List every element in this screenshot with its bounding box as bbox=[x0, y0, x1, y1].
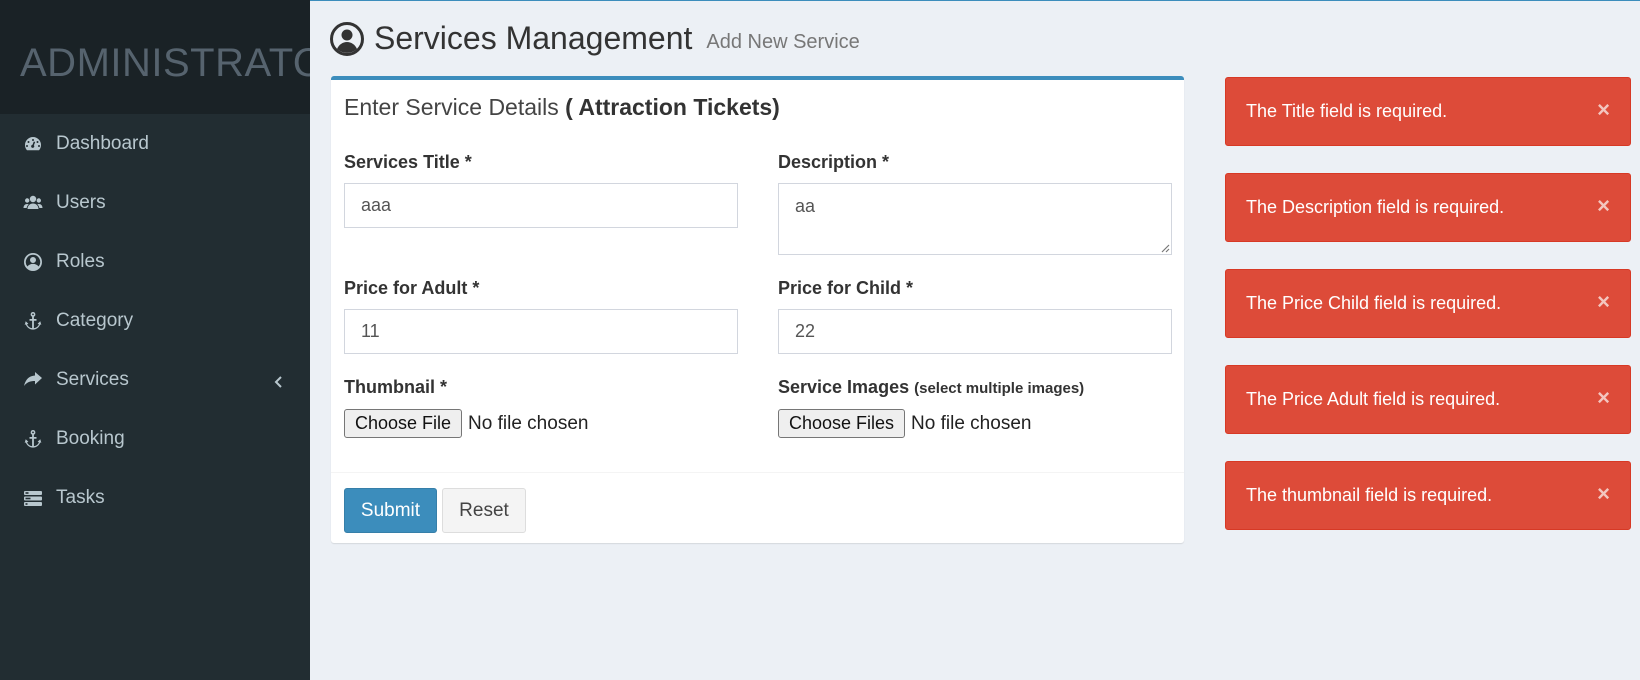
service-images-label-text: Service Images bbox=[778, 377, 910, 397]
sidebar-item-label: Dashboard bbox=[56, 132, 149, 154]
box-footer-divider bbox=[331, 472, 1184, 473]
sidebar-item-category[interactable]: Category bbox=[0, 291, 310, 350]
error-alert-price-child: The Price Child field is required. × bbox=[1225, 269, 1631, 338]
logo[interactable]: ADMINISTRATOR bbox=[0, 0, 310, 114]
thumbnail-choose-file-button[interactable]: Choose File bbox=[344, 409, 463, 438]
sidebar-item-label: Booking bbox=[56, 427, 125, 449]
description-label: Description * bbox=[778, 152, 890, 172]
thumbnail-file-input: Choose File No file chosen bbox=[344, 409, 588, 438]
page-title: Services Management bbox=[374, 20, 693, 56]
sidebar-item-label: Category bbox=[56, 309, 134, 331]
sidebar-item-dashboard[interactable]: Dashboard bbox=[0, 114, 310, 173]
close-icon[interactable]: × bbox=[1597, 288, 1610, 314]
alert-message: The Price Child field is required. bbox=[1246, 293, 1502, 313]
sidebar-item-label: Users bbox=[56, 191, 106, 213]
alert-message: The Title field is required. bbox=[1246, 101, 1448, 121]
services-title-label: Services Title * bbox=[344, 152, 472, 172]
sidebar-item-roles[interactable]: Roles bbox=[0, 232, 310, 291]
sidebar-item-label: Roles bbox=[56, 250, 105, 272]
submit-button[interactable]: Submit bbox=[344, 488, 437, 533]
sidebar-item-label: Services bbox=[56, 368, 129, 390]
alert-message: The Description field is required. bbox=[1246, 197, 1505, 217]
thumbnail-label: Thumbnail * bbox=[344, 377, 447, 397]
reset-button[interactable]: Reset bbox=[442, 488, 526, 533]
chevron-left-icon[interactable] bbox=[272, 373, 286, 388]
resize-grip-icon[interactable] bbox=[1160, 243, 1170, 253]
sidebar-item-label: Tasks bbox=[56, 486, 105, 508]
close-icon[interactable]: × bbox=[1597, 192, 1610, 218]
service-images-file-status: No file chosen bbox=[911, 412, 1032, 434]
alert-message: The Price Adult field is required. bbox=[1246, 389, 1501, 409]
service-images-choose-files-button[interactable]: Choose Files bbox=[778, 409, 906, 438]
sidebar-item-users[interactable]: Users bbox=[0, 173, 310, 232]
close-icon[interactable]: × bbox=[1597, 384, 1610, 410]
box-title-category: ( Attraction Tickets) bbox=[565, 94, 780, 120]
description-textarea[interactable]: aa bbox=[778, 183, 1172, 255]
error-alert-thumbnail: The thumbnail field is required. × bbox=[1225, 461, 1631, 530]
service-form-box: Enter Service Details ( Attraction Ticke… bbox=[331, 76, 1184, 543]
page-header: Services Management Add New Service bbox=[330, 20, 860, 57]
service-images-hint: (select multiple images) bbox=[914, 380, 1085, 397]
price-adult-input[interactable] bbox=[344, 309, 738, 354]
anchor-icon bbox=[22, 310, 44, 332]
alert-message: The thumbnail field is required. bbox=[1246, 485, 1493, 505]
page-subtitle: Add New Service bbox=[706, 31, 860, 53]
error-alert-price-adult: The Price Adult field is required. × bbox=[1225, 365, 1631, 434]
error-alert-title: The Title field is required. × bbox=[1225, 77, 1631, 146]
box-title-prefix: Enter Service Details bbox=[344, 94, 559, 120]
anchor-icon bbox=[22, 428, 44, 450]
sidebar: ADMINISTRATOR Dashboard Users Roles Cate… bbox=[0, 0, 310, 680]
price-child-input[interactable] bbox=[778, 309, 1172, 354]
user-circle-icon bbox=[22, 251, 44, 273]
logo-text: ADMINISTRATOR bbox=[20, 41, 310, 85]
sidebar-item-tasks[interactable]: Tasks bbox=[0, 468, 310, 527]
share-icon bbox=[22, 369, 44, 391]
close-icon[interactable]: × bbox=[1597, 96, 1610, 122]
price-child-label: Price for Child * bbox=[778, 278, 914, 298]
dashboard-icon bbox=[22, 133, 44, 155]
service-images-label: Service Images (select multiple images) bbox=[778, 377, 1084, 398]
price-adult-label: Price for Adult * bbox=[344, 278, 480, 298]
close-icon[interactable]: × bbox=[1597, 480, 1610, 506]
services-title-input[interactable] bbox=[344, 183, 738, 228]
thumbnail-file-status: No file chosen bbox=[468, 412, 589, 434]
box-title: Enter Service Details ( Attraction Ticke… bbox=[344, 94, 780, 121]
error-alert-description: The Description field is required. × bbox=[1225, 173, 1631, 242]
sidebar-menu: Dashboard Users Roles Category Services bbox=[0, 114, 310, 527]
sidebar-item-booking[interactable]: Booking bbox=[0, 409, 310, 468]
tasks-icon bbox=[22, 487, 44, 509]
user-circle-icon bbox=[330, 21, 364, 56]
users-icon bbox=[22, 192, 44, 214]
sidebar-item-services[interactable]: Services bbox=[0, 350, 310, 409]
service-images-file-input: Choose Files No file chosen bbox=[778, 409, 1031, 438]
